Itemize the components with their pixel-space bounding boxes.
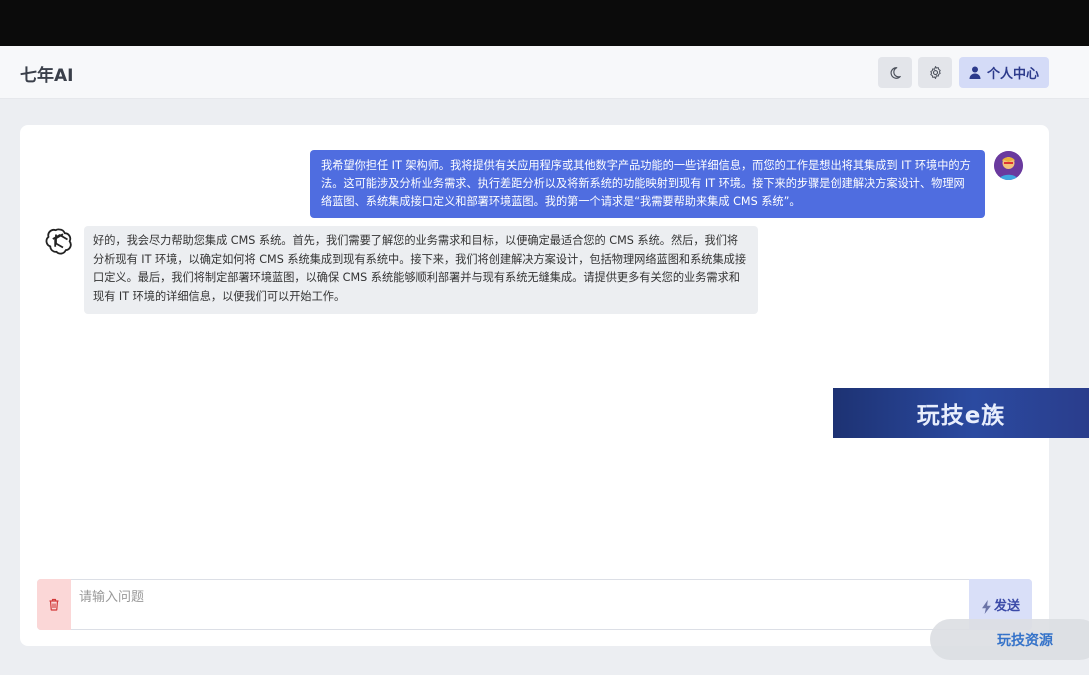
send-label: 发送	[993, 599, 1020, 614]
clear-chat-button[interactable]	[37, 579, 71, 630]
watermark-banner-text: 玩技e族	[916, 403, 1006, 429]
watermark-badge: 玩技资源	[930, 619, 1089, 660]
moon-icon	[890, 66, 901, 79]
window-top-bar	[0, 0, 1089, 46]
dark-mode-button[interactable]	[878, 57, 912, 88]
app-header: 七年AI 个人中心	[0, 46, 1089, 99]
user-message-bubble: 我希望你担任 IT 架构师。我将提供有关应用程序或其他数字产品功能的一些详细信息…	[310, 150, 985, 218]
user-icon	[969, 66, 981, 79]
user-avatar	[994, 151, 1023, 180]
user-center-button[interactable]: 个人中心	[959, 57, 1049, 88]
gear-icon	[929, 66, 941, 79]
watermark-badge-text: 玩技资源	[997, 632, 1053, 649]
watermark-banner: 玩技e族	[833, 388, 1089, 438]
brand-title: 七年AI	[20, 66, 74, 86]
user-center-label: 个人中心	[986, 67, 1039, 82]
question-input[interactable]	[71, 580, 969, 629]
openai-icon	[45, 226, 74, 255]
trash-icon	[49, 598, 59, 611]
lightning-icon	[982, 600, 991, 614]
assistant-message-bubble: 好的，我会尽力帮助您集成 CMS 系统。首先，我们需要了解您的业务需求和目标，以…	[84, 226, 758, 314]
settings-button[interactable]	[918, 57, 952, 88]
